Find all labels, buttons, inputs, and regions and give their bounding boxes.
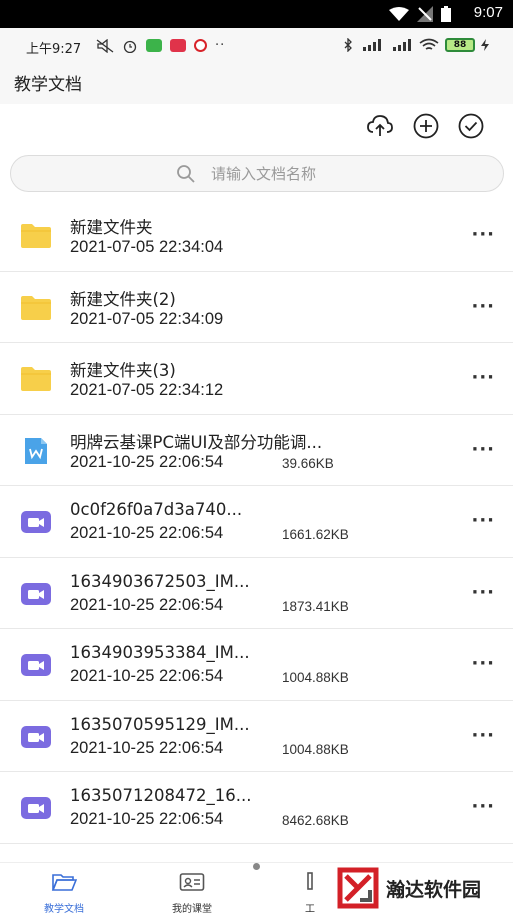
id-card-icon	[179, 873, 205, 891]
watermark-logo	[336, 866, 380, 910]
list-item[interactable]: 1634903672503_IM... 2021-10-25 22:06:54 18…	[0, 558, 513, 629]
folder-icon	[20, 365, 52, 393]
file-date: 2021-10-25 22:06:54	[70, 810, 224, 828]
device-status-bar: 上午9:27 ·· 88	[0, 28, 513, 64]
battery-icon	[441, 6, 451, 22]
device-clock: 上午9:27	[26, 42, 82, 57]
file-date: 2021-07-05 22:34:12	[70, 381, 224, 399]
signal-icon	[363, 39, 381, 51]
toolbar	[0, 104, 513, 148]
file-date: 2021-10-25 22:06:54	[70, 738, 224, 757]
tool-icon	[307, 872, 313, 890]
file-name: 1634903672503_IM...	[70, 571, 250, 591]
no-signal-icon	[417, 6, 433, 22]
device-system-icons: 88	[343, 38, 489, 52]
more-options-button[interactable]: ···	[471, 224, 495, 245]
file-size: 1004.88KB	[282, 741, 349, 757]
nav-tab-teaching-docs[interactable]: 教学文档	[24, 871, 104, 913]
list-item[interactable]: 新建文件夹 2021-07-05 22:34:04 ···	[0, 200, 513, 272]
file-name: 新建文件夹(3)	[70, 361, 176, 380]
video-file-icon	[20, 794, 52, 822]
file-date: 2021-07-05 22:34:04	[70, 238, 224, 256]
app-notification-icon	[146, 39, 162, 52]
alarm-icon	[123, 40, 137, 53]
list-item[interactable]: 明牌云基课PC端UI及部分功能调... 2021-10-25 22:06:54 39…	[0, 415, 513, 486]
cloud-upload-icon[interactable]	[366, 112, 394, 140]
file-name: 新建文件夹	[70, 218, 153, 237]
list-item[interactable]: 新建文件夹(3) 2021-07-05 22:34:12 ···	[0, 343, 513, 415]
file-date: 2021-10-25 22:06:54	[70, 452, 224, 471]
file-size: 8462.68KB	[282, 813, 349, 828]
folder-open-icon	[51, 874, 78, 891]
nav-label: 教学文档	[44, 904, 84, 913]
file-list: 新建文件夹 2021-07-05 22:34:04 ··· 新建文件夹(2) 2021-…	[0, 200, 513, 844]
battery-level: 88	[445, 38, 475, 52]
wifi-icon	[389, 6, 409, 21]
page-indicator-dot	[253, 863, 260, 870]
more-notifications: ··	[215, 38, 226, 53]
folder-icon	[20, 294, 52, 322]
app-notification-icon	[194, 39, 207, 52]
check-circle-icon[interactable]	[457, 112, 485, 140]
more-options-button[interactable]: ···	[471, 653, 495, 674]
file-name: 1635070595129_IM...	[70, 714, 250, 734]
list-item[interactable]: 1634903953384_IM... 2021-10-25 22:06:54 10…	[0, 629, 513, 701]
file-name: 0c0f26f0a7d3a740...	[70, 500, 243, 519]
watermark: 瀚达软件园	[336, 866, 513, 910]
notification-icons: ··	[96, 38, 225, 53]
word-doc-icon	[20, 437, 52, 465]
watermark-text: 瀚达软件园	[386, 878, 482, 901]
list-item[interactable]: 0c0f26f0a7d3a740... 2021-10-25 22:06:54 16…	[0, 486, 513, 558]
file-size: 1873.41KB	[282, 598, 349, 614]
video-file-icon	[20, 580, 52, 608]
file-size: 1004.88KB	[282, 670, 349, 685]
more-options-button[interactable]: ···	[471, 296, 495, 317]
system-clock: 9:07	[473, 4, 503, 21]
video-file-icon	[20, 651, 52, 679]
more-options-button[interactable]: ···	[471, 796, 495, 817]
list-item[interactable]: 新建文件夹(2) 2021-07-05 22:34:09 ···	[0, 272, 513, 343]
mute-icon	[96, 38, 114, 53]
file-size: 1661.62KB	[282, 527, 349, 542]
file-name: 1634903953384_IM...	[70, 643, 250, 662]
file-date: 2021-10-25 22:06:54	[70, 524, 224, 542]
more-options-button[interactable]: ···	[471, 510, 495, 531]
signal-icon	[393, 39, 411, 51]
app-header: 教学文档	[0, 64, 513, 104]
more-options-button[interactable]: ···	[471, 367, 495, 388]
file-date: 2021-10-25 22:06:54	[70, 667, 224, 685]
video-file-icon	[20, 723, 52, 751]
plus-circle-icon[interactable]	[412, 112, 440, 140]
more-options-button[interactable]: ···	[471, 725, 495, 746]
more-options-button[interactable]: ···	[471, 439, 495, 460]
folder-icon	[20, 222, 52, 250]
wifi-icon	[419, 38, 439, 50]
system-icons	[389, 6, 451, 22]
list-item[interactable]: 1635070595129_IM... 2021-10-25 22:06:54 10…	[0, 701, 513, 772]
file-date: 2021-10-25 22:06:54	[70, 595, 224, 614]
nav-tab-my-class[interactable]: 我的课堂	[152, 871, 232, 913]
file-size: 39.66KB	[282, 455, 334, 471]
file-name: 1635071208472_16...	[70, 786, 252, 805]
page-title: 教学文档	[14, 75, 82, 95]
charging-icon	[481, 39, 489, 51]
file-name: 新建文件夹(2)	[70, 289, 176, 309]
file-name: 明牌云基课PC端UI及部分功能调...	[70, 432, 323, 452]
list-item[interactable]: 1635071208472_16... 2021-10-25 22:06:54 84…	[0, 772, 513, 844]
search-input[interactable]	[211, 162, 461, 186]
app-notification-icon	[170, 39, 186, 52]
search-bar[interactable]	[10, 155, 504, 192]
bluetooth-icon	[344, 38, 352, 52]
more-options-button[interactable]: ···	[471, 582, 495, 603]
system-status-bar: 9:07	[0, 0, 513, 28]
search-icon	[177, 165, 195, 183]
nav-label: 我的课堂	[172, 904, 212, 913]
file-date: 2021-07-05 22:34:09	[70, 309, 224, 328]
video-file-icon	[20, 508, 52, 536]
